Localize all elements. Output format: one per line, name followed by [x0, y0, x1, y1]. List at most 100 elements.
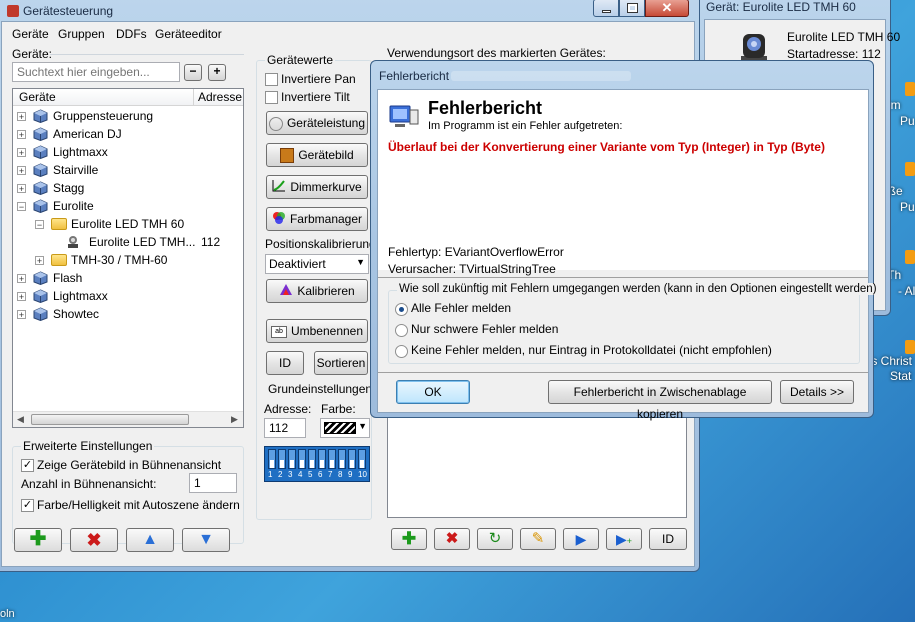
menu-geraeteeditor[interactable]: Geräteeditor [155, 27, 222, 41]
usage-delete-button[interactable]: ✖ [434, 528, 470, 550]
dip-key[interactable] [348, 449, 356, 469]
horizontal-scrollbar[interactable]: ◀ ▶ [13, 411, 243, 427]
dip-key[interactable] [278, 449, 286, 469]
collapse-toggle-icon[interactable]: − [35, 220, 44, 230]
color-autoscene-checkbox[interactable]: ✓ [21, 499, 34, 512]
tree-row[interactable]: + Lightmaxx [13, 143, 243, 161]
tree-row[interactable]: − Eurolite [13, 197, 243, 215]
expand-toggle-icon[interactable]: + [17, 148, 26, 158]
close-button[interactable]: ✕ [645, 0, 689, 17]
scroll-left-arrow-icon[interactable]: ◀ [17, 414, 24, 425]
cube-icon [33, 127, 48, 142]
dip-key[interactable] [358, 449, 366, 469]
device-power-button[interactable]: Geräteleistung [266, 111, 368, 135]
expand-toggle-icon[interactable]: + [17, 310, 26, 320]
move-up-button[interactable]: ▲ [126, 528, 174, 552]
ok-button[interactable]: OK [396, 380, 470, 404]
tree-row[interactable]: + Flash [13, 269, 243, 287]
invert-tilt-checkbox[interactable] [265, 91, 278, 104]
usage-refresh-button[interactable]: ↻ [477, 528, 513, 550]
maximize-button[interactable] [619, 0, 645, 17]
scroll-right-arrow-icon[interactable]: ▶ [231, 414, 238, 425]
delete-device-button[interactable]: ✖ [70, 528, 118, 552]
device-image-button[interactable]: Gerätebild [266, 143, 368, 167]
expand-toggle-icon[interactable]: + [17, 184, 26, 194]
collapse-all-button[interactable]: − [184, 64, 202, 81]
tree-row[interactable]: + Lightmaxx [13, 287, 243, 305]
close-icon: ✕ [661, 0, 673, 15]
color-label: Farbe: [321, 402, 356, 416]
usage-add-button[interactable]: ✚ [391, 528, 427, 550]
dip-key-lever [310, 460, 314, 468]
scroll-thumb[interactable] [31, 414, 189, 425]
tree-row[interactable]: + Stairville [13, 161, 243, 179]
tree-row[interactable]: Eurolite LED TMH... 112 [13, 233, 243, 251]
tree-row-label: Lightmaxx [53, 145, 108, 159]
radio-no-errors[interactable] [395, 345, 408, 358]
menu-gruppen[interactable]: Gruppen [58, 27, 105, 41]
expand-toggle-icon[interactable]: + [17, 292, 26, 302]
button-label: ID [662, 532, 674, 546]
refresh-icon: ↻ [488, 530, 502, 547]
expand-toggle-icon[interactable]: + [35, 256, 44, 266]
dip-key[interactable] [288, 449, 296, 469]
color-manager-button[interactable]: Farbmanager [266, 207, 368, 231]
tree-row[interactable]: + Stagg [13, 179, 243, 197]
expand-all-button[interactable]: + [208, 64, 226, 81]
tree-row[interactable]: − Eurolite LED TMH 60 [13, 215, 243, 233]
dip-key[interactable] [268, 449, 276, 469]
expand-toggle-icon[interactable]: + [17, 130, 26, 140]
column-header-address[interactable]: Adresse [198, 90, 242, 104]
dip-key[interactable] [308, 449, 316, 469]
minimize-button[interactable] [593, 0, 619, 17]
dip-key-label: 5 [308, 470, 313, 479]
usage-play-button[interactable]: ▶ [563, 528, 599, 550]
dip-key[interactable] [298, 449, 306, 469]
tree-row[interactable]: + TMH-30 / TMH-60 [13, 251, 243, 269]
tree-row[interactable]: + Showtec [13, 305, 243, 323]
invert-pan-checkbox[interactable] [265, 73, 278, 86]
dimmer-curve-button[interactable]: Dimmerkurve [266, 175, 368, 199]
tree-header[interactable]: Geräte Adresse [13, 89, 243, 106]
id-button[interactable]: ID [266, 351, 304, 375]
copy-report-button[interactable]: Fehlerbericht in Zwischenablage kopieren [548, 380, 772, 421]
add-device-button[interactable]: ✚ [14, 528, 62, 552]
dip-key[interactable] [338, 449, 346, 469]
usage-play-add-button[interactable]: ▶+ [606, 528, 642, 550]
expand-toggle-icon[interactable]: + [17, 274, 26, 284]
expand-toggle-icon[interactable]: + [17, 166, 26, 176]
radio-all-errors[interactable] [395, 303, 408, 316]
search-input[interactable] [12, 62, 180, 82]
device-tree[interactable]: Geräte Adresse + Gruppensteuerung + America… [12, 88, 244, 428]
dip-key-lever [330, 460, 334, 468]
address-field[interactable]: 112 [264, 418, 306, 438]
dip-switch[interactable]: 1 2 3 4 5 6 7 8 9 10 [264, 446, 370, 482]
position-calibration-select[interactable]: Deaktiviert ▼ [265, 254, 369, 274]
device-name: Eurolite LED TMH 60 [787, 30, 901, 44]
folder-icon [51, 218, 67, 230]
expand-toggle-icon[interactable]: + [17, 112, 26, 122]
dip-key-label: 2 [278, 470, 283, 479]
tree-row[interactable]: + Gruppensteuerung [13, 107, 243, 125]
collapse-toggle-icon[interactable]: − [17, 202, 26, 212]
move-down-button[interactable]: ▼ [182, 528, 230, 552]
error-dialog[interactable]: Fehlerbericht Fehlerbericht Im Programm … [370, 60, 879, 421]
arrow-down-icon: ▼ [198, 531, 214, 548]
dip-key[interactable] [318, 449, 326, 469]
menu-ddfs[interactable]: DDFs [116, 27, 147, 41]
color-select[interactable]: ▼ [320, 418, 370, 438]
rename-button[interactable]: ab Umbenennen [266, 319, 368, 343]
count-field[interactable]: 1 [189, 473, 237, 493]
column-header-name[interactable]: Geräte [19, 90, 56, 104]
usage-edit-button[interactable]: ✎ [520, 528, 556, 550]
usage-id-button[interactable]: ID [649, 528, 687, 550]
menu-geraete[interactable]: Geräte [12, 27, 49, 41]
tree-row[interactable]: + American DJ [13, 125, 243, 143]
sort-button[interactable]: Sortieren [314, 351, 368, 375]
dip-key[interactable] [328, 449, 336, 469]
radio-severe-errors[interactable] [395, 324, 408, 337]
details-button[interactable]: Details >> [780, 380, 854, 404]
calibrate-button[interactable]: Kalibrieren [266, 279, 368, 303]
show-image-checkbox[interactable]: ✓ [21, 459, 34, 472]
button-label: Kalibrieren [297, 284, 355, 298]
